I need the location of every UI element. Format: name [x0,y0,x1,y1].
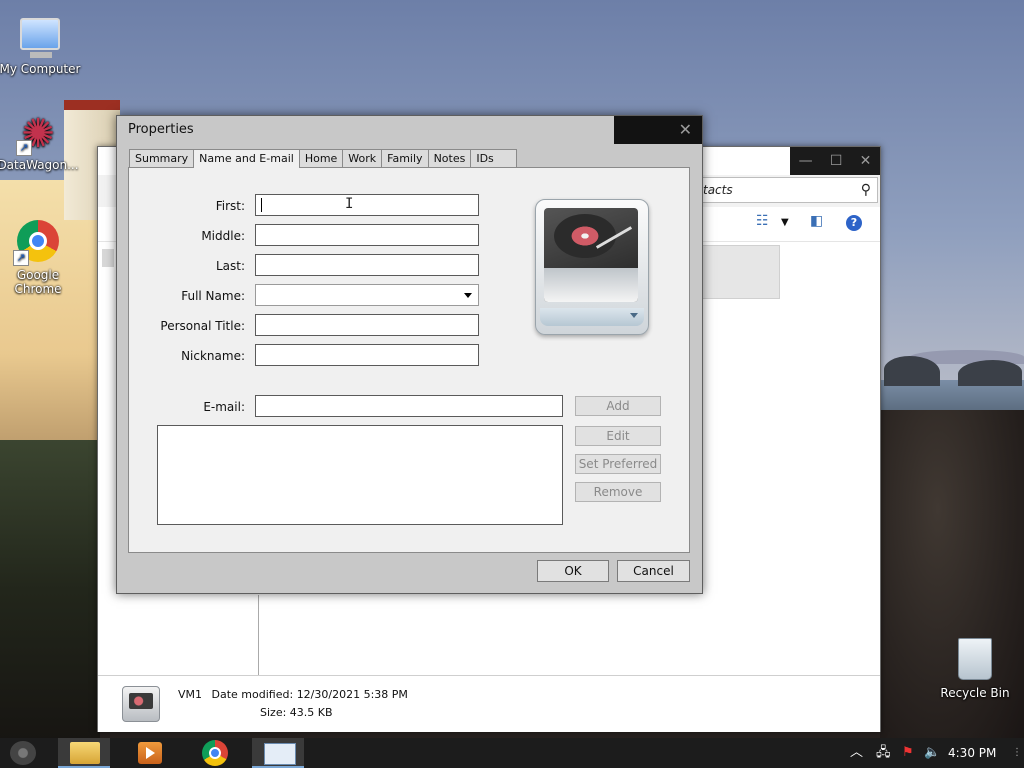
last-name-input[interactable] [255,254,479,276]
minimize-icon[interactable]: — [799,153,813,169]
contact-photo-button[interactable] [535,199,649,335]
chevron-down-icon [630,313,638,318]
search-text: tacts [703,183,733,197]
desktop-icon-label: My Computer [0,62,81,76]
taskbar-file-explorer[interactable] [58,738,110,768]
preview-pane-icon[interactable]: ◧ [810,213,823,229]
turntable-base [544,268,638,302]
taskbar-chrome[interactable] [190,738,242,768]
tab-name-and-email[interactable]: Name and E-mail [193,149,300,168]
explorer-search-input[interactable]: tacts ⚲ [698,177,878,203]
close-icon[interactable]: ✕ [860,153,872,169]
maximize-icon[interactable]: ☐ [830,153,843,169]
properties-dialog: Properties ✕ Summary Name and E-mail Hom… [116,115,703,594]
start-button[interactable] [10,741,36,765]
email-address-list[interactable] [157,425,563,525]
last-label: Last: [215,259,245,273]
tab-home[interactable]: Home [298,149,344,167]
add-email-button[interactable]: Add [575,396,661,416]
wallpaper-island [884,356,940,386]
text-cursor-icon: I [345,196,354,212]
middle-label: Middle: [201,229,245,243]
first-label: First: [215,199,245,213]
details-size-label: Size: [260,706,287,719]
ok-button[interactable]: OK [537,560,609,582]
remove-email-button[interactable]: Remove [575,482,661,502]
close-icon: ✕ [678,120,692,139]
explorer-window-controls: — ☐ ✕ [790,147,880,175]
computer-icon [20,18,60,58]
desktop-icon-datawagon[interactable]: ✺ ↗ DataWagon... [0,112,80,172]
personal-title-input[interactable] [255,314,479,336]
first-name-input[interactable] [255,194,479,216]
nickname-label: Nickname: [181,349,245,363]
middle-name-input[interactable] [255,224,479,246]
tab-family[interactable]: Family [381,149,429,167]
taskbar-contacts[interactable] [252,738,304,768]
chevron-down-icon [464,293,472,298]
details-size-value: 43.5 KB [289,706,333,719]
desktop-icon-label: Google Chrome [14,268,62,296]
chevron-up-icon[interactable]: ︿ [850,738,863,768]
edit-email-button[interactable]: Edit [575,426,661,446]
set-preferred-button[interactable]: Set Preferred [575,454,661,474]
tab-ids[interactable]: IDs [470,149,517,167]
cancel-button[interactable]: Cancel [617,560,690,582]
contact-card-icon [264,743,296,765]
media-player-icon [138,742,162,764]
volume-icon[interactable]: 🔈 [924,738,940,768]
taskbar-clock[interactable]: 4:30 PM [948,738,996,768]
recycle-bin-icon [958,638,992,680]
details-pane: VM1 Date modified: 12/30/2021 5:38 PM Si… [98,675,880,732]
network-icon[interactable]: 🖧 [876,738,891,768]
chrome-icon [202,740,228,766]
chrome-icon: ↗ [13,220,59,266]
pane-divider[interactable] [258,595,259,675]
personal-title-label: Personal Title: [160,319,245,333]
selected-contact-item[interactable] [702,245,780,299]
details-text: VM1 Date modified: 12/30/2021 5:38 PM Si… [178,686,408,722]
shortcut-arrow-icon: ↗ [16,140,32,156]
wallpaper-trees [0,440,100,740]
dialog-title: Properties [128,122,194,137]
action-center-flag-icon[interactable]: ⚑ [902,738,914,768]
turntable-picture [544,208,638,302]
tab-summary[interactable]: Summary [129,149,195,167]
desktop-icon-recycle-bin[interactable]: Recycle Bin [933,638,1017,700]
full-name-select[interactable] [255,284,479,306]
name-and-email-panel: First: Middle: Last: Full Name: Personal… [128,167,690,553]
details-date-label: Date modified: [211,688,294,701]
view-options-icon[interactable]: ☷ [756,213,769,229]
taskbar: ︿ 🖧 ⚑ 🔈 4:30 PM ⋮ [0,738,1024,768]
full-name-label: Full Name: [181,289,245,303]
wallpaper-island [958,360,1022,386]
search-icon[interactable]: ⚲ [857,178,871,202]
desktop-icon-label: Recycle Bin [940,686,1010,700]
details-file-name: VM1 [178,688,203,701]
show-desktop-grip-icon[interactable]: ⋮ [1012,738,1022,768]
desktop-icon-google-chrome[interactable]: ↗ Google Chrome [0,220,78,296]
explorer-nav-pane-edge [102,249,114,267]
folder-icon [70,742,100,764]
shortcut-arrow-icon: ↗ [13,250,29,266]
tab-notes[interactable]: Notes [427,149,472,167]
datawagon-icon: ✺ ↗ [16,112,60,156]
chevron-down-icon[interactable]: ▼ [781,217,789,228]
tab-strip: Summary Name and E-mail Home Work Family… [129,149,517,168]
desktop-icon-label: DataWagon... [0,158,79,172]
nickname-input[interactable] [255,344,479,366]
record-icon [554,214,616,258]
details-date-value: 12/30/2021 5:38 PM [296,688,408,701]
desktop-icon-my-computer[interactable]: My Computer [0,10,82,76]
help-icon[interactable]: ? [846,215,862,231]
dialog-close-button[interactable]: ✕ [614,116,702,144]
tab-work[interactable]: Work [342,149,383,167]
photo-options-bar[interactable] [540,308,644,326]
contact-thumbnail-icon [122,686,160,722]
taskbar-media-player[interactable] [124,738,176,768]
text-caret [261,198,262,212]
email-input[interactable] [255,395,563,417]
email-label: E-mail: [203,400,245,414]
